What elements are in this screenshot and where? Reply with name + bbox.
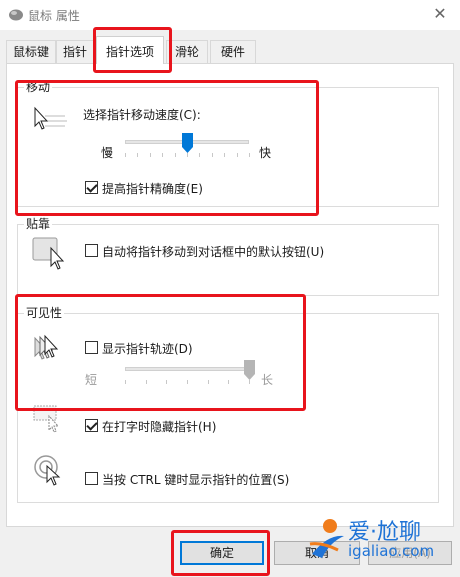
visibility-title: 可见性	[24, 305, 65, 321]
snap-to-title: 贴靠	[24, 216, 53, 232]
watermark-line2: igaliao.com	[348, 542, 435, 560]
slider-tick	[146, 380, 147, 384]
speed-slider-thumb[interactable]	[182, 133, 193, 153]
motion-title: 移动	[24, 79, 53, 95]
hide-typing-label[interactable]: 在打字时隐藏指针(H)	[102, 418, 216, 435]
tab-hardware[interactable]: 硬件	[210, 40, 256, 63]
title-bar: 鼠标 属性 ✕	[0, 0, 460, 30]
slider-tick	[187, 153, 188, 157]
precision-checkbox[interactable]	[85, 181, 98, 194]
trails-checkbox[interactable]	[85, 341, 98, 354]
snap-to-group: 贴靠	[17, 216, 439, 296]
slider-tick	[212, 153, 213, 157]
short-label: 短	[85, 373, 98, 387]
auto-snap-checkbox[interactable]	[85, 244, 98, 257]
speed-label: 选择指针移动速度(C):	[83, 108, 201, 122]
trails-slider-track[interactable]	[125, 367, 249, 371]
close-icon[interactable]: ✕	[430, 4, 450, 24]
pointer-trails-icon	[34, 334, 59, 360]
show-ctrl-label[interactable]: 当按 CTRL 键时显示指针的位置(S)	[102, 471, 289, 488]
motion-group: 移动	[17, 79, 439, 207]
ok-button[interactable]: 确定	[180, 541, 264, 565]
slider-tick	[187, 380, 188, 384]
slider-tick	[224, 153, 225, 157]
precision-label[interactable]: 提高指针精确度(E)	[102, 180, 203, 197]
trails-label[interactable]: 显示指针轨迹(D)	[102, 340, 193, 357]
slider-tick	[175, 153, 176, 157]
long-label: 长	[261, 373, 274, 387]
window-title: 鼠标 属性	[28, 9, 80, 23]
hide-typing-icon	[33, 405, 60, 433]
trails-slider-thumb[interactable]	[244, 360, 255, 380]
pointer-speed-icon	[34, 106, 67, 130]
slider-tick	[249, 380, 250, 384]
ctrl-locate-icon	[34, 455, 61, 486]
show-ctrl-checkbox[interactable]	[85, 472, 98, 485]
slider-tick	[125, 153, 126, 157]
slider-tick	[249, 153, 250, 157]
pointer-options-panel: 移动 选择指针移动速度(C): 慢 快 提高指针精确度(E) 贴靠 自动将指针移…	[6, 63, 454, 527]
mouse-icon	[9, 9, 23, 21]
slider-tick	[199, 153, 200, 157]
slider-tick	[150, 153, 151, 157]
snap-to-icon	[32, 237, 65, 270]
auto-snap-label[interactable]: 自动将指针移动到对话框中的默认按钮(U)	[102, 243, 324, 260]
slider-tick	[125, 380, 126, 384]
slider-tick	[208, 380, 209, 384]
slider-tick	[237, 153, 238, 157]
slider-tick	[166, 380, 167, 384]
tab-pointer-options[interactable]: 指针选项	[96, 36, 164, 64]
slider-tick	[228, 380, 229, 384]
slider-tick	[137, 153, 138, 157]
slow-label: 慢	[101, 146, 114, 160]
tab-buttons[interactable]: 鼠标键	[6, 40, 56, 63]
hide-typing-checkbox[interactable]	[85, 419, 98, 432]
tab-pointers[interactable]: 指针	[56, 40, 94, 63]
slider-tick	[162, 153, 163, 157]
tab-wheel[interactable]: 滑轮	[166, 40, 208, 63]
fast-label: 快	[259, 146, 272, 160]
watermark: 爱·尬聊 igaliao.com	[306, 510, 456, 570]
watermark-logo-icon	[309, 519, 344, 558]
